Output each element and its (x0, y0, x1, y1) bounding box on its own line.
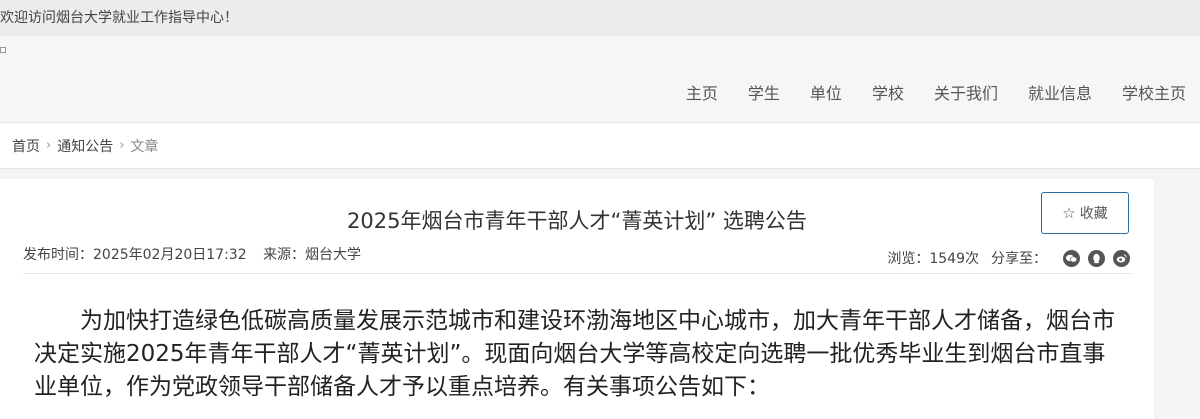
nav-item-jobs[interactable]: 就业信息 (1028, 80, 1092, 104)
wechat-icon[interactable] (1063, 249, 1080, 267)
breadcrumb-current: 文章 (130, 138, 159, 155)
article-stats: 浏览：1549次 分享至： (887, 248, 1130, 268)
site-header: 主页 学生 单位 学校 关于我们 就业信息 学校主页 (0, 36, 1200, 123)
title-divider (23, 273, 1131, 274)
welcome-bar: 欢迎访问烟台大学就业工作指导中心！ (0, 0, 1200, 36)
nav-item-students[interactable]: 学生 (748, 80, 780, 104)
favorite-button[interactable]: ☆ 收藏 (1041, 192, 1129, 234)
nav-item-employers[interactable]: 单位 (810, 80, 842, 104)
nav-item-about[interactable]: 关于我们 (934, 80, 998, 104)
nav-item-school[interactable]: 学校 (872, 80, 904, 104)
article-paragraph: 为加快打造绿色低碳高质量发展示范城市和建设环渤海地区中心城市，加大青年干部人才储… (34, 308, 1115, 400)
article-meta: 发布时间：2025年02月20日17:32 来源：烟台大学 (23, 244, 361, 264)
breadcrumb-home[interactable]: 首页 (12, 136, 40, 156)
breadcrumb-notices[interactable]: 通知公告 (57, 136, 113, 156)
favorite-label: 收藏 (1079, 206, 1108, 222)
nav-item-home[interactable]: 主页 (686, 80, 718, 104)
star-icon: ☆ (1062, 204, 1076, 222)
welcome-text: 欢迎访问烟台大学就业工作指导中心！ (0, 10, 238, 26)
breadcrumb: 首页 › 通知公告 › 文章 (0, 123, 1200, 169)
article-source: 来源：烟台大学 (263, 247, 362, 263)
chevron-right-icon: › (46, 138, 52, 153)
main-nav: 主页 学生 单位 学校 关于我们 就业信息 学校主页 (656, 80, 1186, 104)
view-count: 浏览：1549次 (887, 251, 979, 267)
publish-time: 发布时间：2025年02月20日17:32 (23, 247, 247, 263)
share-label: 分享至： (991, 251, 1047, 267)
article-card: 2025年烟台市青年干部人才“菁英计划” 选聘公告 ☆ 收藏 发布时间：2025… (0, 179, 1154, 419)
logo-image-icon (0, 47, 6, 53)
weibo-icon[interactable] (1113, 249, 1130, 267)
nav-item-university-home[interactable]: 学校主页 (1122, 80, 1186, 104)
chevron-right-icon: › (119, 138, 125, 153)
qq-icon[interactable] (1088, 249, 1105, 267)
article-title: 2025年烟台市青年干部人才“菁英计划” 选聘公告 (347, 209, 807, 233)
